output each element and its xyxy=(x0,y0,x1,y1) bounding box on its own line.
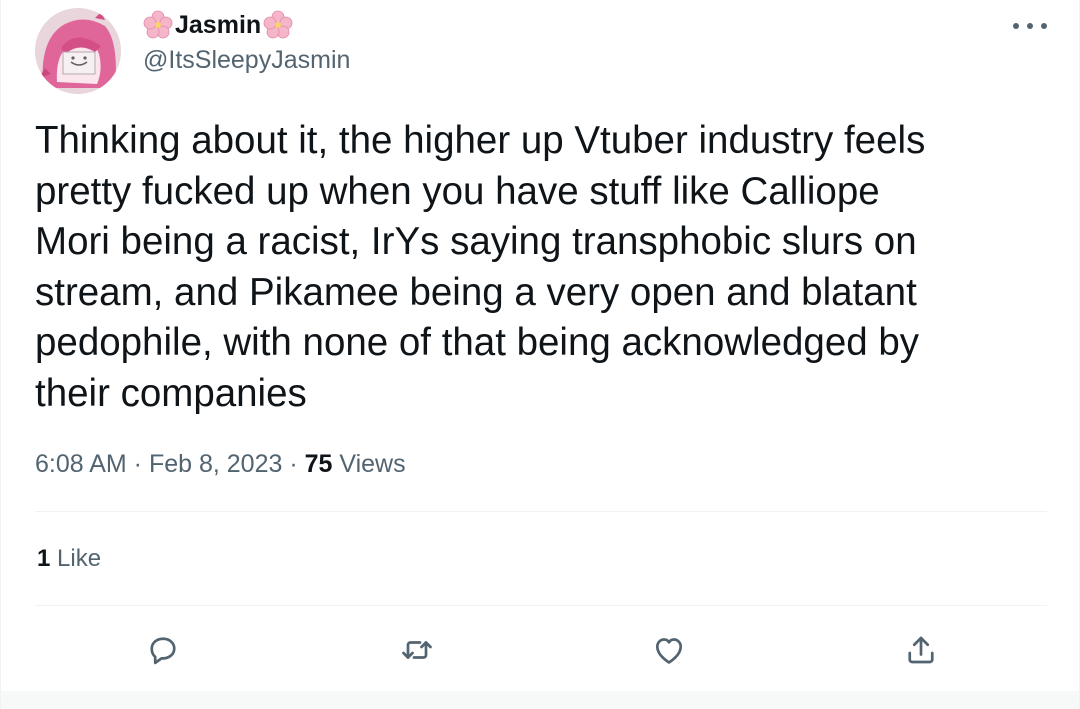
cherry-blossom-icon xyxy=(143,10,173,39)
divider xyxy=(35,511,1047,512)
separator: · xyxy=(126,450,149,478)
tweet-time[interactable]: 6:08 AM xyxy=(35,450,127,478)
display-name[interactable]: Jasmin xyxy=(175,10,261,40)
cherry-blossom-icon xyxy=(263,10,293,39)
retweet-button[interactable] xyxy=(395,628,439,672)
likes-count: 1 xyxy=(37,545,51,572)
retweet-icon xyxy=(402,641,432,659)
author-handle[interactable]: @ItsSleepyJasmin xyxy=(143,44,350,76)
dot xyxy=(1027,23,1033,29)
views-count: 75 xyxy=(304,450,333,478)
like-button[interactable] xyxy=(647,628,691,672)
author-name[interactable]: Jasmin xyxy=(143,10,293,40)
tweet-metadata: 6:08 AM · Feb 8, 2023 · 75 Views xyxy=(35,446,406,482)
likes-stat[interactable]: 1 Like xyxy=(37,543,101,575)
reply-button[interactable] xyxy=(141,628,185,672)
tweet-card: Jasmin @ItsSleepyJasmin Thinking about i… xyxy=(0,0,1080,709)
tweet-text: Thinking about it, the higher up Vtuber … xyxy=(35,119,926,415)
share-button[interactable] xyxy=(899,628,943,672)
reply-icon xyxy=(150,637,176,665)
heart-icon xyxy=(655,638,683,664)
likes-label: Like xyxy=(50,545,102,572)
tweet-date[interactable]: Feb 8, 2023 xyxy=(149,450,282,478)
divider xyxy=(35,605,1047,606)
more-options-icon[interactable] xyxy=(1013,14,1047,38)
share-icon xyxy=(908,636,934,664)
dot xyxy=(1041,23,1047,29)
action-bar xyxy=(1,628,1080,672)
views-label: Views xyxy=(332,450,406,478)
separator: · xyxy=(282,450,305,478)
dot xyxy=(1013,23,1019,29)
bottom-edge xyxy=(1,691,1079,709)
anime-avatar-icon[interactable] xyxy=(35,8,121,94)
